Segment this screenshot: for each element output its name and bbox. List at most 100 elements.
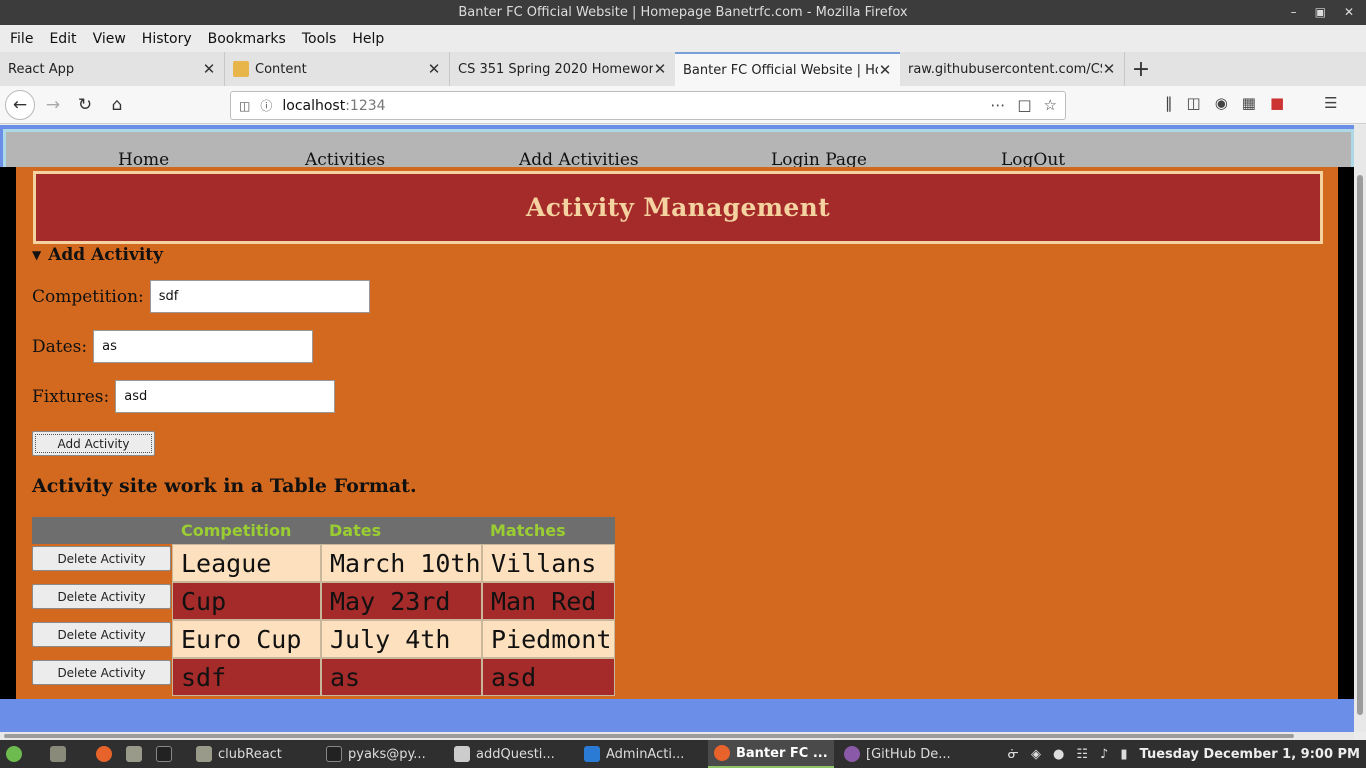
home-icon[interactable]: ⌂ xyxy=(104,92,130,118)
library-icon[interactable]: ‖ xyxy=(1165,94,1173,112)
close-tab-icon[interactable]: ✕ xyxy=(1102,60,1116,78)
hamburger-menu-icon[interactable]: ☰ xyxy=(1324,94,1337,112)
folder-launcher-icon[interactable] xyxy=(126,740,142,768)
taskbar-label: addQuesti... xyxy=(476,746,555,762)
add-activity-button[interactable]: Add Activity xyxy=(32,431,155,456)
page-actions-icon[interactable]: ⋯ xyxy=(990,96,1005,114)
cell-dates: July 4th xyxy=(321,620,482,658)
menu-help[interactable]: Help xyxy=(352,31,384,47)
dates-field-row: Dates: xyxy=(32,330,314,363)
account-icon[interactable]: ◉ xyxy=(1215,94,1228,112)
add-activity-toggle[interactable]: ▼ Add Activity xyxy=(32,245,163,265)
add-activity-heading: Add Activity xyxy=(48,245,164,265)
menu-file[interactable]: File xyxy=(10,31,33,47)
table-heading: Activity site work in a Table Format. xyxy=(32,475,417,497)
competition-input[interactable] xyxy=(149,280,370,313)
delete-activity-button[interactable]: Delete Activity xyxy=(32,584,171,609)
page-viewport: Home Activities Add Activities Login Pag… xyxy=(0,125,1354,732)
menu-edit[interactable]: Edit xyxy=(49,31,76,47)
fixtures-label: Fixtures: xyxy=(32,386,110,407)
taskbar-item-terminal[interactable]: pyaks@py... xyxy=(326,740,426,768)
taskbar-label: Banter FC ... xyxy=(736,745,828,761)
close-tab-icon[interactable]: ✕ xyxy=(202,60,216,78)
close-icon[interactable]: ✕ xyxy=(1344,0,1354,25)
horizontal-scrollbar[interactable] xyxy=(0,732,1354,740)
competition-field-row: Competition: xyxy=(32,280,370,313)
close-tab-icon[interactable]: ✕ xyxy=(653,60,667,78)
taskbar-label: [GitHub De... xyxy=(866,746,951,762)
taskbar-item-editor[interactable]: addQuesti... xyxy=(454,740,555,768)
folder-icon xyxy=(196,746,212,762)
terminal-launcher-icon[interactable] xyxy=(156,740,172,768)
close-tab-icon[interactable]: ✕ xyxy=(878,61,892,79)
minimize-icon[interactable]: – xyxy=(1291,0,1297,25)
tab-homework[interactable]: CS 351 Spring 2020 Homework ✕ xyxy=(450,52,675,86)
clock[interactable]: Tuesday December 1, 9:00 PM xyxy=(1140,747,1361,762)
close-tab-icon[interactable]: ✕ xyxy=(427,60,441,78)
page-banner: Activity Management xyxy=(33,171,1323,244)
delete-activity-button[interactable]: Delete Activity xyxy=(32,622,171,647)
scrollbar-thumb[interactable] xyxy=(1357,175,1363,715)
new-tab-icon[interactable]: + xyxy=(1125,52,1157,86)
addon-icon[interactable]: ■ xyxy=(1270,94,1284,112)
shield-icon[interactable]: ◫ xyxy=(239,99,250,113)
table-row: Delete Activity League March 10th Villan… xyxy=(32,544,615,582)
disclosure-triangle-icon: ▼ xyxy=(32,248,42,262)
vertical-scrollbar[interactable] xyxy=(1354,125,1366,732)
start-menu-icon[interactable] xyxy=(6,740,22,768)
reload-icon[interactable]: ↻ xyxy=(72,92,98,118)
user-icon[interactable]: ● xyxy=(1053,747,1064,762)
vscode-icon xyxy=(584,746,600,762)
cell-competition: sdf xyxy=(172,658,321,696)
dates-input[interactable] xyxy=(93,330,314,363)
fixtures-input[interactable] xyxy=(115,380,336,413)
volume-icon[interactable]: ♪ xyxy=(1100,747,1108,762)
delete-activity-button[interactable]: Delete Activity xyxy=(32,660,171,685)
tab-react-app[interactable]: React App ✕ xyxy=(0,52,225,86)
security-shield-icon[interactable]: ◈ xyxy=(1031,747,1041,762)
taskbar-item-github[interactable]: [GitHub De... xyxy=(844,740,951,768)
url-bar[interactable]: ◫ ⓘ localhost:1234 ⋯ □ ☆ xyxy=(230,91,1066,120)
scrollbar-thumb[interactable] xyxy=(4,734,1294,738)
table-header: Competition Dates Matches xyxy=(32,517,615,544)
tab-strip: React App ✕ Content ✕ CS 351 Spring 2020… xyxy=(0,52,1366,86)
taskbar-item-vscode[interactable]: AdminActi... xyxy=(584,740,684,768)
menu-bookmarks[interactable]: Bookmarks xyxy=(208,31,286,47)
taskbar-item-clubreact[interactable]: clubReact xyxy=(196,740,282,768)
menu-view[interactable]: View xyxy=(93,31,126,47)
wifi-icon[interactable]: ☷ xyxy=(1076,747,1088,762)
os-taskbar: clubReact pyaks@py... addQuesti... Admin… xyxy=(0,740,1366,768)
forward-icon[interactable]: → xyxy=(40,92,66,118)
tab-label: Banter FC Official Website | Ho xyxy=(683,62,878,78)
cell-matches: Piedmont xyxy=(482,620,615,658)
cell-matches: Man Red xyxy=(482,582,615,620)
tab-label: React App xyxy=(8,61,75,77)
back-icon[interactable]: ← xyxy=(5,90,35,120)
tab-banter-fc[interactable]: Banter FC Official Website | Ho ✕ xyxy=(675,52,900,86)
tab-content[interactable]: Content ✕ xyxy=(225,52,450,86)
cell-dates: May 23rd xyxy=(321,582,482,620)
menu-tools[interactable]: Tools xyxy=(302,31,337,47)
delete-activity-button[interactable]: Delete Activity xyxy=(32,546,171,571)
cell-competition: Cup xyxy=(172,582,321,620)
maximize-icon[interactable]: ▣ xyxy=(1315,0,1326,25)
window-titlebar: Banter FC Official Website | Homepage Ba… xyxy=(0,0,1366,25)
header-matches: Matches xyxy=(490,521,566,540)
firefox-launcher-icon[interactable] xyxy=(96,740,112,768)
taskbar-item-firefox[interactable]: Banter FC ... xyxy=(708,740,834,768)
file-manager-launcher-icon[interactable] xyxy=(50,740,66,768)
battery-icon[interactable]: ▮ xyxy=(1120,747,1127,762)
taskbar-label: AdminActi... xyxy=(606,746,685,762)
table-row: Delete Activity Cup May 23rd Man Red xyxy=(32,582,615,620)
sidebar-icon[interactable]: ◫ xyxy=(1187,94,1201,112)
info-icon[interactable]: ⓘ xyxy=(260,97,272,114)
extension-icon[interactable]: ▦ xyxy=(1242,94,1256,112)
menu-history[interactable]: History xyxy=(142,31,192,47)
nav-toolbar: ← → ↻ ⌂ ◫ ⓘ localhost:1234 ⋯ □ ☆ ‖ ◫ ◉ ▦… xyxy=(0,86,1366,124)
bluetooth-icon[interactable]: ᓃ xyxy=(1008,747,1019,762)
tab-raw-github[interactable]: raw.githubusercontent.com/CS ✕ xyxy=(900,52,1125,86)
pocket-icon[interactable]: □ xyxy=(1017,96,1031,114)
bookmark-star-icon[interactable]: ☆ xyxy=(1044,96,1057,114)
dates-label: Dates: xyxy=(32,336,88,357)
site-nav: Home Activities Add Activities Login Pag… xyxy=(3,129,1354,170)
